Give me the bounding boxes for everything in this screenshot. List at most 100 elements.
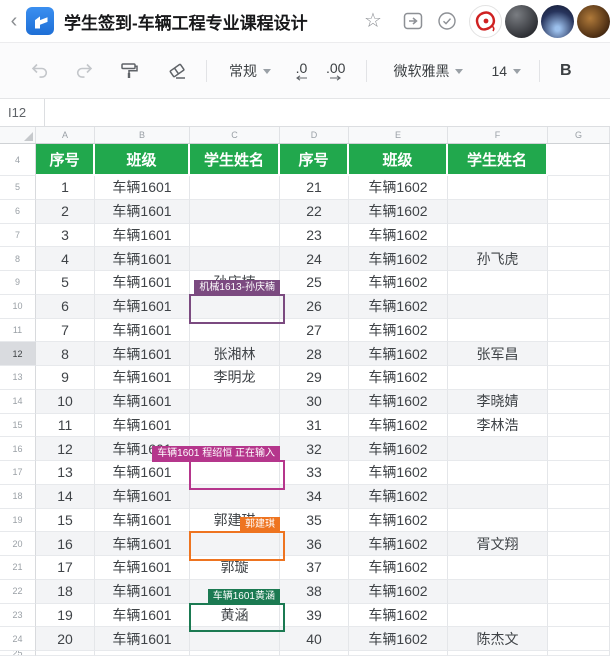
header-cell[interactable]: 学生姓名 <box>448 144 548 176</box>
increase-decimal-button[interactable]: .00 <box>326 61 345 81</box>
column-header-a[interactable]: A <box>36 127 95 143</box>
cell[interactable] <box>448 580 548 604</box>
cell[interactable] <box>548 200 610 224</box>
row-number[interactable]: 24 <box>0 627 36 651</box>
cell[interactable] <box>190 224 280 248</box>
cell[interactable] <box>190 580 280 604</box>
share-button[interactable] <box>402 10 424 32</box>
cell[interactable] <box>190 437 280 461</box>
cell[interactable]: 车辆1602 <box>349 509 448 533</box>
cell[interactable]: 6 <box>36 295 95 319</box>
cell[interactable] <box>448 366 548 390</box>
cell[interactable]: 李林浩 <box>448 414 548 438</box>
cell[interactable] <box>448 319 548 343</box>
cell[interactable] <box>548 414 610 438</box>
cell[interactable]: 8 <box>36 342 95 366</box>
cell[interactable]: 13 <box>36 461 95 485</box>
cell[interactable]: 车辆1602 <box>349 580 448 604</box>
row-number[interactable]: 22 <box>0 580 36 604</box>
header-cell[interactable]: 班级 <box>349 144 448 176</box>
header-cell[interactable]: 序号 <box>36 144 95 176</box>
column-header-e[interactable]: E <box>349 127 448 143</box>
cell[interactable]: 38 <box>280 580 349 604</box>
cell[interactable] <box>190 319 280 343</box>
cell[interactable] <box>548 224 610 248</box>
cell[interactable]: 28 <box>280 342 349 366</box>
cell[interactable]: 车辆1601 <box>95 247 190 271</box>
cell[interactable]: 23 <box>280 224 349 248</box>
cell[interactable]: 32 <box>280 437 349 461</box>
cell[interactable]: 车辆1602 <box>349 604 448 628</box>
cell[interactable] <box>95 651 190 656</box>
cell[interactable]: 车辆1602 <box>349 271 448 295</box>
cell[interactable] <box>548 247 610 271</box>
cell[interactable]: 车辆1601 <box>95 176 190 200</box>
cell[interactable]: 李明龙 <box>190 366 280 390</box>
cell[interactable] <box>548 627 610 651</box>
cell[interactable]: 29 <box>280 366 349 390</box>
row-number[interactable]: 13 <box>0 366 36 390</box>
cell[interactable]: 20 <box>36 627 95 651</box>
cell[interactable]: 车辆1602 <box>349 200 448 224</box>
cell[interactable] <box>36 651 95 656</box>
row-number[interactable]: 12 <box>0 342 36 366</box>
cell[interactable]: 39 <box>280 604 349 628</box>
cell[interactable]: 车辆1602 <box>349 556 448 580</box>
name-box[interactable]: I12 <box>0 99 45 126</box>
cell[interactable] <box>349 651 448 656</box>
cell[interactable]: 26 <box>280 295 349 319</box>
cell[interactable]: 车辆1601 <box>95 342 190 366</box>
cell[interactable]: 车辆1601 <box>95 271 190 295</box>
cell[interactable]: 车辆1602 <box>349 627 448 651</box>
row-number[interactable]: 17 <box>0 461 36 485</box>
cell[interactable] <box>448 176 548 200</box>
cell[interactable]: 李晓婧 <box>448 390 548 414</box>
cell[interactable]: 车辆1602 <box>349 319 448 343</box>
cell[interactable]: 车辆1601 <box>95 366 190 390</box>
cell[interactable]: 车辆1602 <box>349 390 448 414</box>
cell[interactable] <box>548 461 610 485</box>
header-cell[interactable]: 班级 <box>95 144 190 176</box>
cell[interactable]: 7 <box>36 319 95 343</box>
cell[interactable] <box>548 532 610 556</box>
cell[interactable] <box>548 342 610 366</box>
cell[interactable]: 车辆1601 <box>95 509 190 533</box>
cell[interactable] <box>448 509 548 533</box>
cell[interactable]: 12 <box>36 437 95 461</box>
row-number[interactable]: 25 <box>0 651 36 656</box>
row-number[interactable]: 18 <box>0 485 36 509</box>
cell[interactable] <box>548 437 610 461</box>
cell[interactable]: 车辆1601 <box>95 390 190 414</box>
cell[interactable]: 车辆1601 <box>95 224 190 248</box>
cell[interactable]: 车辆1602 <box>349 247 448 271</box>
cell[interactable]: 车辆1601 <box>95 556 190 580</box>
cell[interactable]: 14 <box>36 485 95 509</box>
column-header-b[interactable]: B <box>95 127 190 143</box>
cell[interactable]: 24 <box>280 247 349 271</box>
cell[interactable] <box>548 580 610 604</box>
cell[interactable]: 郭璇 <box>190 556 280 580</box>
cell[interactable] <box>448 271 548 295</box>
cell[interactable] <box>548 556 610 580</box>
column-header-d[interactable]: D <box>280 127 349 143</box>
cell[interactable]: 胥文翔 <box>448 532 548 556</box>
cell[interactable] <box>548 176 610 200</box>
row-number[interactable]: 9 <box>0 271 36 295</box>
bold-button[interactable]: B <box>560 62 572 80</box>
cell[interactable] <box>548 390 610 414</box>
cell[interactable]: 35 <box>280 509 349 533</box>
avatar[interactable] <box>541 5 574 38</box>
cell[interactable] <box>548 604 610 628</box>
cell[interactable]: 33 <box>280 461 349 485</box>
cell[interactable]: 车辆1602 <box>349 176 448 200</box>
header-cell[interactable]: 序号 <box>280 144 349 176</box>
column-header-g[interactable]: G <box>548 127 610 143</box>
cell[interactable]: 9 <box>36 366 95 390</box>
cell[interactable] <box>190 390 280 414</box>
select-all-corner[interactable] <box>0 127 36 143</box>
cell[interactable]: 11 <box>36 414 95 438</box>
cell[interactable] <box>448 224 548 248</box>
cell[interactable]: 17 <box>36 556 95 580</box>
row-number[interactable]: 11 <box>0 319 36 343</box>
row-number[interactable]: 7 <box>0 224 36 248</box>
